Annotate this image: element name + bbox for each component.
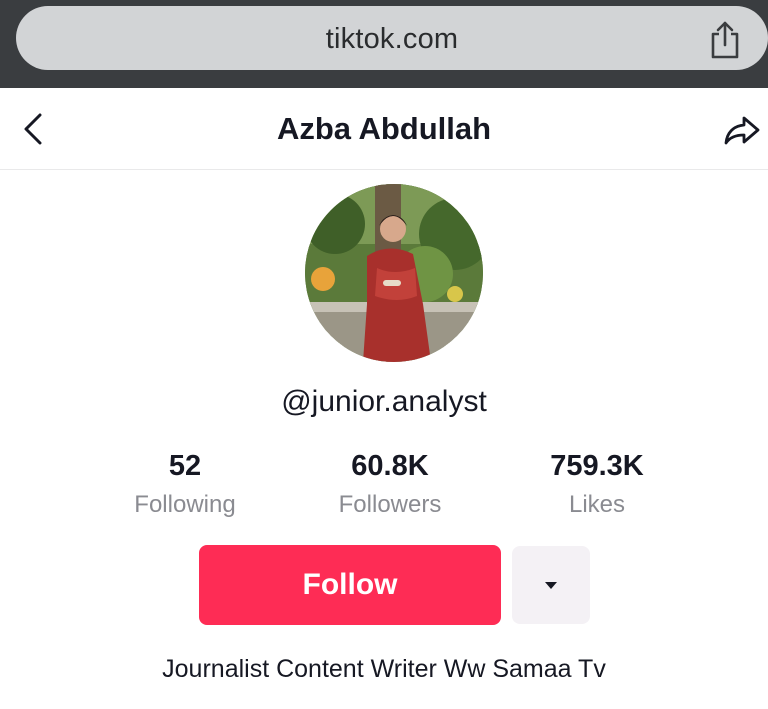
following-count: 52 [168, 450, 202, 482]
profile-header: Azba Abdullah [0, 88, 768, 170]
likes-label: Likes [568, 491, 626, 518]
likes-count: 759.3K [550, 450, 644, 482]
stat-likes: 759.3K Likes [497, 450, 697, 519]
share-icon[interactable] [708, 20, 742, 60]
stat-followers[interactable]: 60.8K Followers [290, 450, 490, 519]
address-bar[interactable]: tiktok.com [16, 6, 768, 70]
more-options-button[interactable] [512, 546, 590, 624]
share-arrow-icon[interactable] [722, 114, 762, 146]
followers-label: Followers [338, 491, 442, 518]
browser-toolbar: tiktok.com [0, 0, 768, 88]
username: @junior.analyst [281, 385, 487, 418]
avatar-photo [305, 184, 483, 362]
url-text[interactable]: tiktok.com [16, 23, 768, 56]
following-label: Following [134, 491, 236, 518]
avatar[interactable] [305, 184, 483, 362]
profile-name: Azba Abdullah [276, 111, 492, 146]
stat-following[interactable]: 52 Following [85, 450, 285, 519]
profile-bio: Journalist Content Writer Ww Samaa Tv [162, 655, 606, 683]
follow-button[interactable]: Follow [199, 545, 501, 625]
caret-down-icon [545, 581, 557, 589]
followers-count: 60.8K [351, 450, 429, 482]
